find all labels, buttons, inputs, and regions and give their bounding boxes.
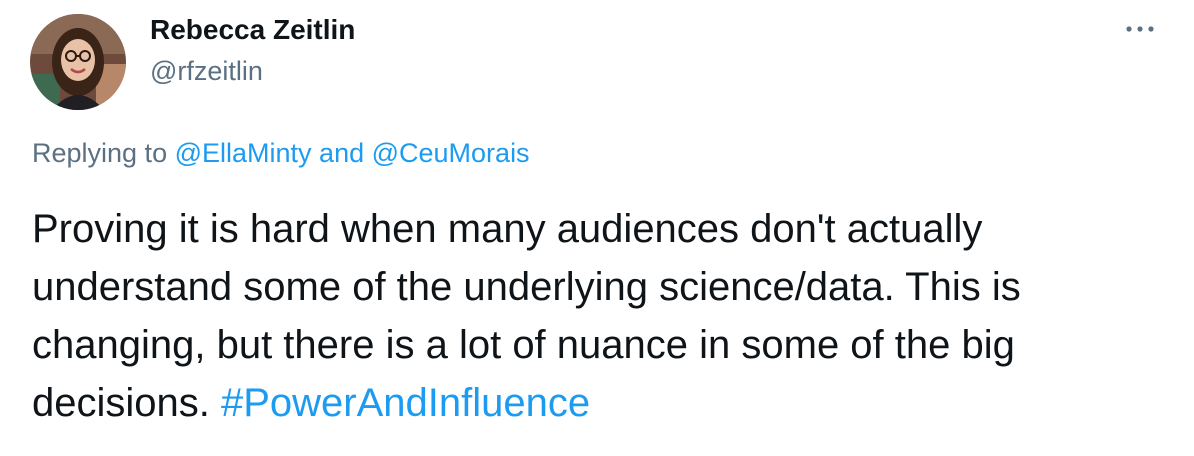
reply-user-link-ellaminty[interactable]: @EllaMinty (175, 138, 312, 168)
more-horizontal-icon (1126, 26, 1154, 32)
author-display-name[interactable]: Rebecca Zeitlin (150, 14, 355, 46)
hashtag-link[interactable]: #PowerAndInfluence (221, 381, 590, 425)
author-handle[interactable]: @rfzeitlin (150, 56, 263, 87)
tweet-card: Rebecca Zeitlin @rfzeitlin Replying to @… (0, 0, 1194, 456)
tweet-text: Proving it is hard when many audiences d… (32, 200, 1172, 432)
tweet-line-4-text: decisions. (32, 381, 221, 425)
reply-context: Replying to @EllaMinty and @CeuMorais (32, 138, 530, 169)
reply-user-link-ceumorais[interactable]: @CeuMorais (372, 138, 530, 168)
tweet-line-1: Proving it is hard when many audiences d… (32, 207, 983, 251)
reply-prefix: Replying to (32, 138, 175, 168)
reply-joiner: and (311, 138, 372, 168)
tweet-line-2: understand some of the underlying scienc… (32, 265, 1021, 309)
profile-photo-icon (30, 14, 126, 110)
author-avatar[interactable] (30, 14, 126, 110)
tweet-line-4: decisions. #PowerAndInfluence (32, 374, 1172, 432)
tweet-line-3: changing, but there is a lot of nuance i… (32, 323, 1015, 367)
more-options-button[interactable] (1120, 14, 1160, 44)
